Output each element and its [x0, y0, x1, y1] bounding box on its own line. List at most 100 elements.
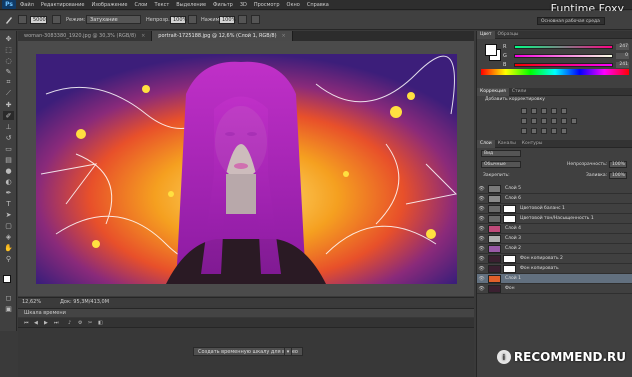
marquee-tool-icon[interactable]: ⬚: [3, 45, 14, 54]
color-lookup-icon[interactable]: [571, 118, 577, 124]
menu-filter[interactable]: Фильтр: [213, 2, 233, 8]
blend-mode-select[interactable]: Обычные: [481, 161, 521, 168]
vibrance-icon[interactable]: [561, 108, 567, 114]
black-white-icon[interactable]: [541, 118, 547, 124]
layer-row[interactable]: 👁 Фон копировать 2: [477, 254, 632, 264]
tab-color[interactable]: Цвет: [477, 30, 495, 39]
menu-window[interactable]: Окно: [287, 2, 300, 8]
canvas-area[interactable]: [18, 41, 474, 296]
visibility-eye-icon[interactable]: 👁: [477, 246, 486, 252]
slider-r-track[interactable]: [513, 44, 613, 49]
settings-icon[interactable]: ⚙: [78, 320, 82, 326]
channel-mixer-icon[interactable]: [561, 118, 567, 124]
menu-type[interactable]: Текст: [154, 2, 169, 8]
menu-select[interactable]: Выделение: [176, 2, 206, 8]
document-canvas[interactable]: [36, 54, 457, 284]
chevron-down-icon[interactable]: ▾: [284, 347, 292, 356]
history-brush-tool-icon[interactable]: ↺: [3, 133, 14, 142]
prev-frame-icon[interactable]: ◀: [34, 320, 38, 326]
visibility-eye-icon[interactable]: 👁: [477, 236, 486, 242]
opacity-field[interactable]: 100%: [170, 15, 187, 24]
eraser-tool-icon[interactable]: ▭: [3, 144, 14, 153]
brush-tool-icon[interactable]: ✐: [3, 111, 14, 120]
tab-woman[interactable]: woman-3083380_1920.jpg @ 30,3% (RGB/8) ×: [18, 31, 153, 41]
layer-row[interactable]: 👁 Слой 3: [477, 234, 632, 244]
hand-tool-icon[interactable]: ✋: [3, 243, 14, 252]
brush-size-field[interactable]: 5000: [30, 15, 47, 24]
next-frame-icon[interactable]: ⏭: [54, 320, 59, 326]
brush-preset-picker[interactable]: [18, 15, 27, 24]
layer-row[interactable]: 👁 Слой 6: [477, 194, 632, 204]
eyedropper-tool-icon[interactable]: ⟋: [3, 89, 14, 98]
fill-field[interactable]: 100%: [609, 172, 627, 179]
path-select-tool-icon[interactable]: ➤: [3, 210, 14, 219]
menu-layers[interactable]: Слои: [134, 2, 147, 8]
pressure-opacity-toggle[interactable]: [188, 15, 197, 24]
first-frame-icon[interactable]: ⏮: [24, 320, 29, 326]
tab-portrait[interactable]: portrait-1725188.jpg @ 12,6% (Слой 1, RG…: [152, 31, 293, 41]
audio-icon[interactable]: ♪: [68, 320, 71, 326]
photo-filter-icon[interactable]: [551, 118, 557, 124]
zoom-tool-icon[interactable]: ⚲: [3, 254, 14, 263]
type-tool-icon[interactable]: T: [3, 199, 14, 208]
slider-b-track[interactable]: [513, 62, 613, 67]
visibility-eye-icon[interactable]: 👁: [477, 226, 486, 232]
exposure-icon[interactable]: [551, 108, 557, 114]
pen-tool-icon[interactable]: ✒: [3, 188, 14, 197]
quick-select-tool-icon[interactable]: ✎: [3, 67, 14, 76]
split-icon[interactable]: ✂: [88, 320, 92, 326]
dodge-tool-icon[interactable]: ◐: [3, 177, 14, 186]
visibility-eye-icon[interactable]: 👁: [477, 216, 486, 222]
tab-paths[interactable]: Контуры: [519, 140, 546, 148]
layer-opacity-field[interactable]: 100%: [609, 161, 627, 168]
3d-tool-icon[interactable]: ◈: [3, 232, 14, 241]
layer-row[interactable]: 👁 Слой 4: [477, 224, 632, 234]
shape-tool-icon[interactable]: ▢: [3, 221, 14, 230]
move-tool-icon[interactable]: ✥: [3, 34, 14, 43]
threshold-icon[interactable]: [541, 128, 547, 134]
slider-r-value[interactable]: 247: [615, 43, 629, 50]
blur-tool-icon[interactable]: ●: [3, 166, 14, 175]
color-spectrum-bar[interactable]: [481, 69, 629, 75]
quick-mask-icon[interactable]: ◻: [3, 293, 14, 302]
visibility-eye-icon[interactable]: 👁: [477, 196, 486, 202]
brush-tool-icon[interactable]: [4, 15, 14, 24]
menu-help[interactable]: Справка: [307, 2, 329, 8]
lasso-tool-icon[interactable]: ◌: [3, 56, 14, 65]
tab-layers[interactable]: Слои: [477, 139, 495, 148]
slider-g-track[interactable]: [513, 53, 613, 58]
menu-file[interactable]: Файл: [20, 2, 34, 8]
slider-g-value[interactable]: 0: [615, 52, 629, 59]
invert-icon[interactable]: [521, 128, 527, 134]
clone-stamp-tool-icon[interactable]: ⊥: [3, 122, 14, 131]
zoom-level[interactable]: 12,62%: [22, 299, 41, 305]
menu-view[interactable]: Просмотр: [254, 2, 280, 8]
curves-icon[interactable]: [541, 108, 547, 114]
layer-row[interactable]: 👁 Фон копировать: [477, 264, 632, 274]
crop-tool-icon[interactable]: ⌗: [3, 78, 14, 87]
transition-icon[interactable]: ◧: [98, 320, 103, 326]
slider-b-value[interactable]: 241: [615, 61, 629, 68]
levels-icon[interactable]: [531, 108, 537, 114]
mode-select[interactable]: Затухание: [86, 15, 141, 24]
brush-panel-toggle[interactable]: [52, 15, 61, 24]
visibility-eye-icon[interactable]: 👁: [477, 256, 486, 262]
visibility-eye-icon[interactable]: 👁: [477, 186, 486, 192]
gradient-map-icon[interactable]: [551, 128, 557, 134]
layer-row[interactable]: 👁 Слой 5: [477, 184, 632, 194]
pressure-size-toggle[interactable]: [251, 15, 260, 24]
layer-row[interactable]: 👁 Цветовой баланс 1: [477, 204, 632, 214]
menu-edit[interactable]: Редактирование: [41, 2, 85, 8]
menu-3d[interactable]: 3D: [240, 2, 247, 8]
layer-row[interactable]: 👁 Слой 1: [477, 274, 632, 284]
visibility-eye-icon[interactable]: 👁: [477, 276, 486, 282]
tab-swatches[interactable]: Образцы: [495, 31, 522, 39]
workspace-select[interactable]: Основная рабочая среда: [537, 17, 605, 25]
tab-adjustments[interactable]: Коррекция: [477, 87, 509, 96]
layer-row[interactable]: 👁 Фон: [477, 284, 632, 294]
menu-image[interactable]: Изображение: [91, 2, 127, 8]
close-icon[interactable]: ×: [282, 33, 286, 39]
visibility-eye-icon[interactable]: 👁: [477, 206, 486, 212]
gradient-tool-icon[interactable]: ▤: [3, 155, 14, 164]
airbrush-toggle[interactable]: [238, 15, 247, 24]
